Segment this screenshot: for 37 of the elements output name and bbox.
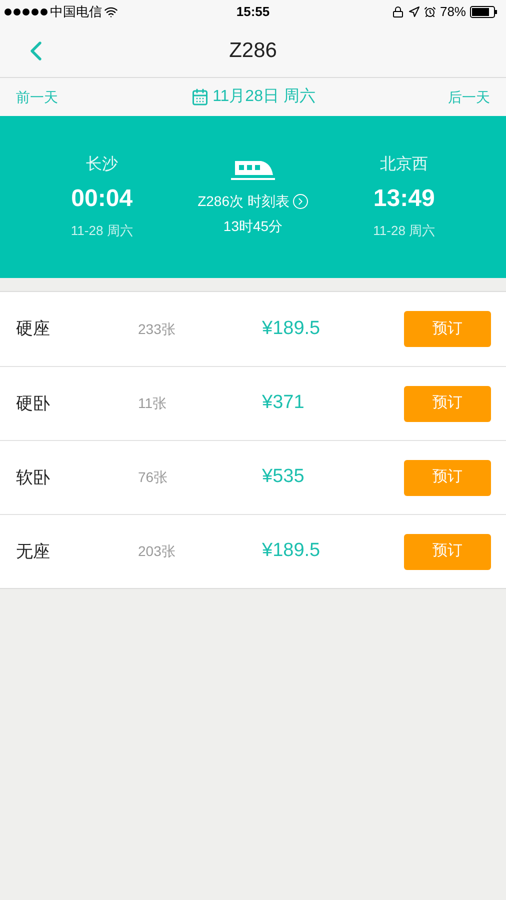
ticket-price: ¥189.5 [262, 316, 322, 341]
station-name: 北京西 [380, 154, 428, 176]
book-button[interactable]: 预订 [404, 534, 491, 570]
battery-icon [470, 6, 498, 18]
next-day-link[interactable]: 后一天 [448, 86, 490, 108]
page-title: Z286 [229, 38, 277, 64]
wifi-icon [104, 5, 118, 19]
book-button[interactable]: 预订 [404, 311, 491, 347]
station-name: 长沙 [86, 154, 118, 176]
ticket-count: 11张 [138, 394, 168, 413]
location-icon [408, 6, 420, 18]
date-picker[interactable]: 11月28日 周六 [190, 85, 316, 109]
carrier-name: 中国电信 [50, 3, 102, 22]
station-time: 00:04 [71, 184, 133, 214]
travel-duration: 13时45分 [223, 217, 283, 236]
signal-icon [4, 8, 48, 16]
seat-type: 无座 [16, 540, 51, 563]
battery-percent: 78% [440, 3, 466, 22]
ticket-count: 76张 [138, 468, 169, 487]
station-date: 11-28 周六 [70, 222, 133, 240]
seat-type: 软卧 [16, 466, 51, 489]
seat-type: 硬座 [16, 318, 51, 340]
ticket-price: ¥371 [262, 391, 306, 416]
ticket-price: ¥535 [262, 465, 306, 490]
alarm-icon [424, 6, 436, 18]
status-time: 15:55 [235, 3, 271, 22]
calendar-icon [190, 88, 209, 106]
station-time: 13:49 [373, 184, 435, 214]
ticket-count: 233张 [138, 320, 176, 338]
ticket-count: 203张 [138, 542, 176, 561]
book-button[interactable]: 预订 [404, 460, 491, 496]
book-button[interactable]: 预订 [404, 386, 491, 422]
previous-day-link[interactable]: 前一天 [16, 86, 58, 108]
ticket-price: ¥189.5 [262, 539, 322, 564]
timetable-link[interactable]: Z286次 时刻表 [198, 191, 308, 212]
seat-type: 硬卧 [16, 392, 51, 415]
station-date: 11-28 周六 [373, 222, 436, 240]
